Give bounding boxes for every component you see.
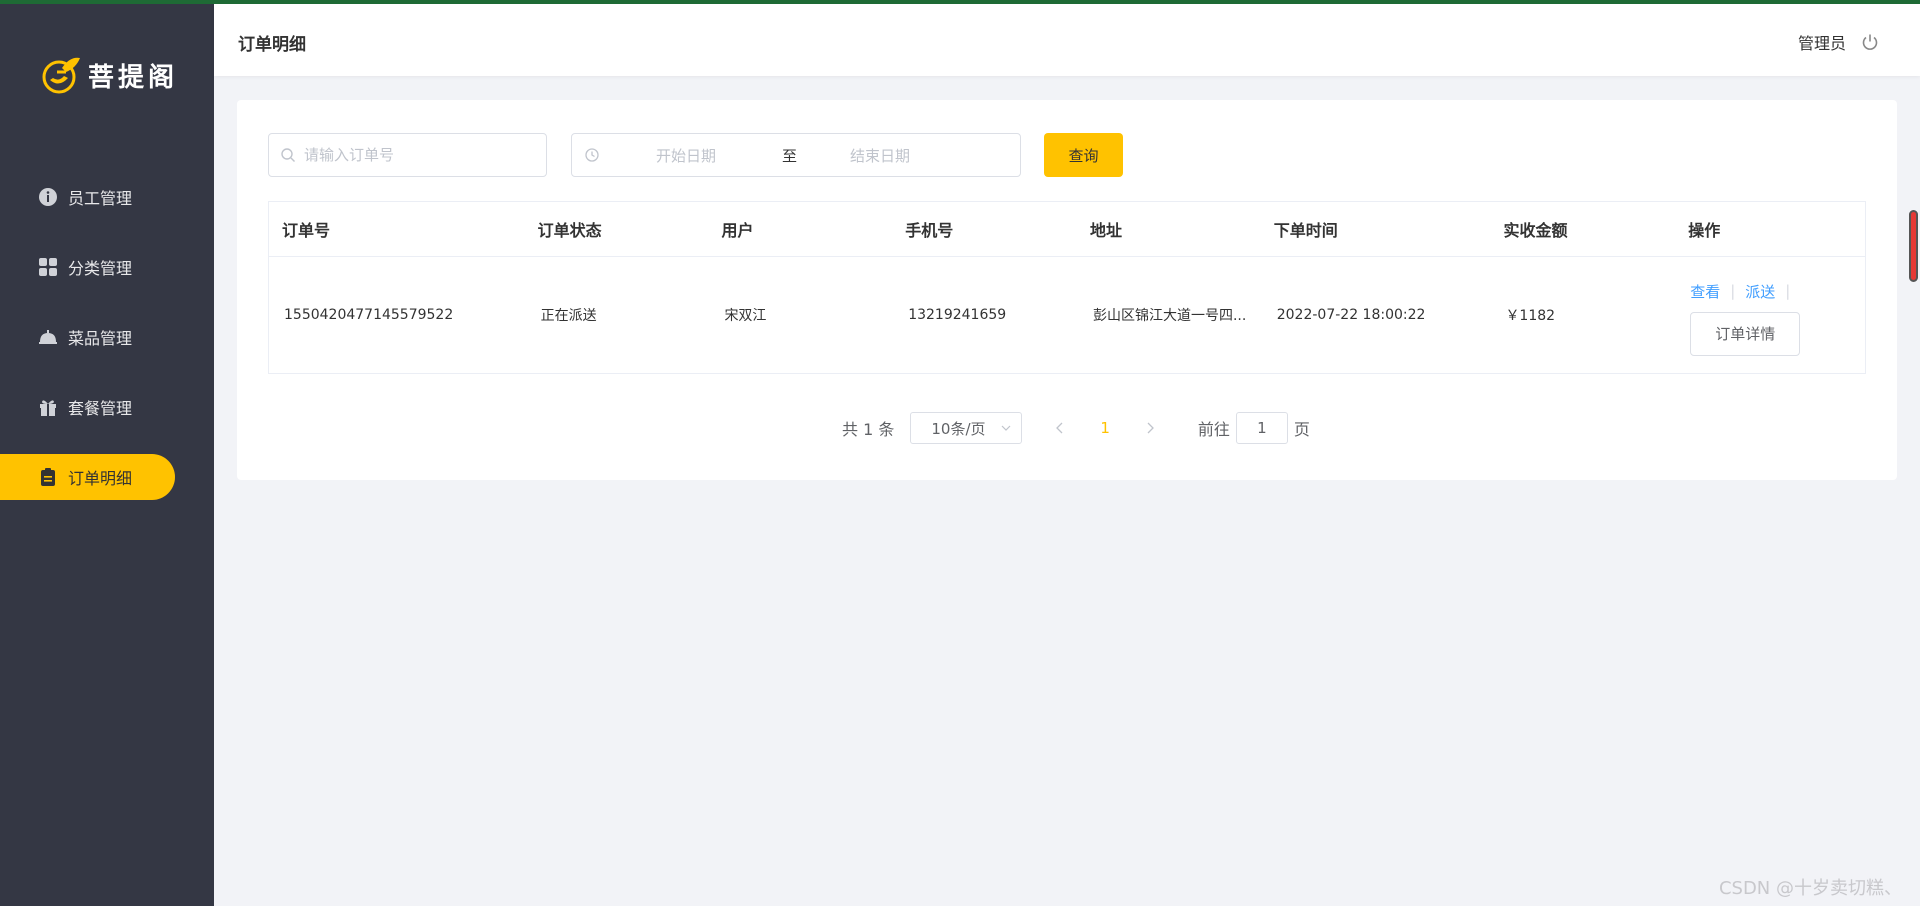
clipboard-icon [38,467,58,487]
sidebar-item-label: 员工管理 [68,189,133,208]
sidebar-item-employees[interactable]: 员工管理 [0,174,214,220]
page-title: 订单明细 [238,35,306,55]
page-size-value: 10条/页 [931,419,986,438]
order-search-box[interactable] [268,133,547,177]
logo-icon [42,57,80,94]
column-header: 实收金额 [1503,221,1568,240]
goto-page-input[interactable] [1235,412,1288,444]
column-header: 下单时间 [1273,221,1338,240]
goto-suffix: 页 [1293,420,1310,439]
order-number-cell: 1550420477145579522 [284,307,454,323]
operations-divider: | [1730,282,1736,300]
table-row: 1550420477145579522 正在派送 宋双江 13219241659… [269,257,1865,373]
gift-icon [38,397,58,417]
operations-cell: 查看 | 派送 | 订单详情 [1675,275,1865,356]
sidebar-item-label: 套餐管理 [68,399,133,418]
dispatch-link[interactable]: 派送 [1745,281,1775,302]
pagination: 共 1 条 10条/页 1 前往 页 [842,412,1310,444]
order-status-cell: 正在派送 [540,308,597,324]
goto-label: 前往 [1197,420,1230,439]
sidebar-item-categories[interactable]: 分类管理 [0,244,214,290]
column-header: 订单状态 [537,221,602,240]
order-number-input[interactable] [302,145,526,165]
clock-icon [585,148,599,162]
watermark: CSDN @十岁卖切糕、 [1718,878,1902,899]
column-header: 订单号 [282,221,331,240]
sidebar-item-label: 菜品管理 [68,329,133,348]
info-icon [38,187,58,207]
date-range-picker[interactable]: 开始日期 至 结束日期 [571,133,1021,177]
page-number-current[interactable]: 1 [1100,419,1110,437]
column-header: 手机号 [905,221,954,240]
table-header: 订单号 订单状态 用户 手机号 地址 下单时间 实收金额 操作 [269,202,1865,257]
scrollbar-thumb[interactable] [1909,210,1918,282]
operations-links: 查看 | 派送 | [1690,281,1865,302]
date-range-separator: 至 [782,146,798,165]
sidebar-item-label: 订单明细 [68,469,133,488]
sidebar-item-dishes[interactable]: 菜品管理 [0,314,214,360]
header: 订单明细 管理员 [214,4,1920,76]
amount-cell: ￥1182 [1505,308,1556,324]
chevron-down-icon [1001,425,1011,431]
operations-divider: | [1785,282,1791,300]
orders-table: 订单号 订单状态 用户 手机号 地址 下单时间 实收金额 操作 15504204… [268,201,1866,374]
view-link[interactable]: 查看 [1690,281,1720,302]
power-icon[interactable] [1860,32,1880,52]
end-date-input[interactable]: 结束日期 [850,145,910,166]
logo: 菩提阁 [40,54,178,96]
user-name: 管理员 [1797,34,1846,53]
column-header: 地址 [1089,221,1122,240]
sidebar-item-orders[interactable]: 订单明细 [0,454,175,500]
start-date-input[interactable]: 开始日期 [656,145,776,166]
sidebar: 菩提阁 员工管理 分类管理 菜品管理 套餐管理 订单明细 [0,4,214,906]
column-header: 用户 [721,221,754,240]
sidebar-nav: 员工管理 分类管理 菜品管理 套餐管理 订单明细 [0,174,214,524]
orders-card: 开始日期 至 结束日期 查询 订单号 订单状态 用户 手机号 地址 下单时间 实… [237,100,1897,480]
address-cell: 彭山区锦江大道一号四... [1092,308,1247,324]
sidebar-item-combos[interactable]: 套餐管理 [0,384,214,430]
user-area: 管理员 [1798,30,1880,54]
sidebar-item-label: 分类管理 [68,259,133,278]
search-icon [281,148,295,162]
page-size-select[interactable]: 10条/页 [910,412,1023,444]
user-cell: 宋双江 [724,308,767,324]
chevron-left-icon[interactable] [1054,422,1066,434]
query-button[interactable]: 查询 [1044,133,1123,177]
pagination-total: 共 1 条 [842,420,895,439]
chevron-right-icon[interactable] [1144,422,1156,434]
column-header: 操作 [1688,221,1721,240]
phone-cell: 13219241659 [908,307,1007,323]
dish-icon [38,327,58,347]
top-accent-bar [0,0,1920,4]
grid-icon [38,257,58,277]
order-detail-button[interactable]: 订单详情 [1690,311,1801,356]
logo-text: 菩提阁 [88,62,179,93]
order-time-cell: 2022-07-22 18:00:22 [1276,307,1426,323]
